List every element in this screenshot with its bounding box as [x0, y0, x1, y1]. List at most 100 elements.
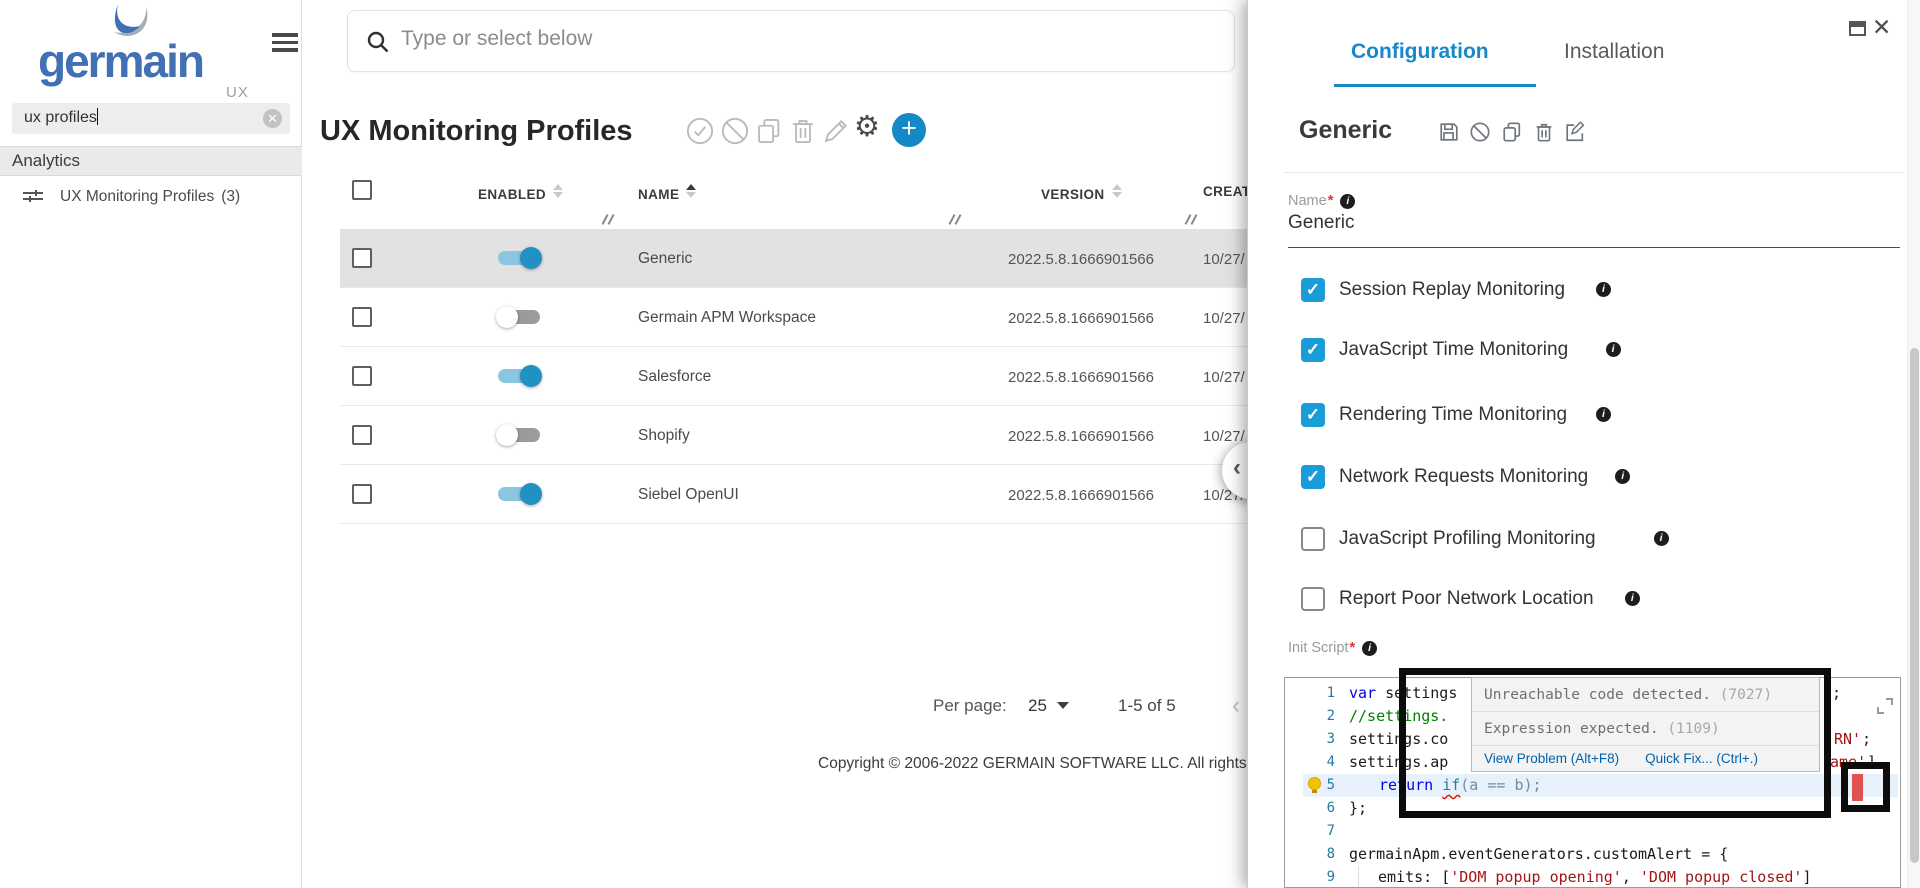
- divider: [1284, 172, 1904, 173]
- toggle-knob: [520, 365, 542, 387]
- add-profile-button[interactable]: +: [892, 113, 926, 147]
- profile-version: 2022.5.8.1666901566: [1008, 487, 1154, 504]
- hamburger-menu-icon[interactable]: [272, 33, 298, 53]
- checkbox[interactable]: ✓: [1301, 278, 1325, 302]
- monitoring-option-row: ✓ Network Requests Monitoring i: [1301, 465, 1861, 493]
- panel-scrollbar[interactable]: [1907, 0, 1920, 888]
- row-checkbox[interactable]: [352, 484, 372, 504]
- profile-version: 2022.5.8.1666901566: [1008, 369, 1154, 386]
- info-icon[interactable]: i: [1615, 469, 1630, 484]
- tooltip-error-code: (7027): [1720, 687, 1772, 703]
- clear-search-icon[interactable]: ✕: [263, 109, 282, 128]
- disable-icon[interactable]: [1469, 121, 1491, 143]
- scrollbar-thumb[interactable]: [1910, 348, 1919, 863]
- configuration-panel: ✕ Configuration Installation Generic Nam…: [1247, 0, 1920, 888]
- tooltip-message-text: Unreachable code detected.: [1484, 687, 1720, 703]
- column-header-version[interactable]: VERSION: [1041, 184, 1122, 202]
- enabled-toggle[interactable]: [498, 247, 540, 269]
- tooltip-action-link[interactable]: View Problem (Alt+F8): [1484, 751, 1619, 766]
- tooltip-message: Expression expected. (1109): [1472, 712, 1819, 746]
- info-icon[interactable]: i: [1362, 641, 1377, 656]
- checkbox[interactable]: [1301, 527, 1325, 551]
- profile-created: 10/27/: [1203, 251, 1245, 268]
- checkbox[interactable]: ✓: [1301, 403, 1325, 427]
- info-icon[interactable]: i: [1596, 282, 1611, 297]
- pagination-range: 1-5 of 5: [1118, 696, 1176, 716]
- delete-icon[interactable]: [789, 117, 817, 145]
- name-field-value[interactable]: Generic: [1288, 212, 1355, 234]
- chevron-left-icon: ‹: [1233, 454, 1241, 482]
- row-checkbox[interactable]: [352, 248, 372, 268]
- line-number: 6: [1285, 797, 1343, 820]
- sidebar-item-ux-monitoring-profiles[interactable]: UX Monitoring Profiles(3): [0, 178, 302, 216]
- code-token-comment: //settings.: [1349, 707, 1448, 725]
- checkbox[interactable]: ✓: [1301, 465, 1325, 489]
- column-resize-grip[interactable]: [1184, 214, 1198, 226]
- edit-icon[interactable]: [822, 117, 850, 145]
- global-search-input[interactable]: Type or select below: [347, 10, 1235, 72]
- tooltip-actions: View Problem (Alt+F8) Quick Fix... (Ctrl+…: [1472, 746, 1819, 771]
- select-all-checkbox[interactable]: [352, 180, 372, 200]
- row-checkbox[interactable]: [352, 366, 372, 386]
- enabled-toggle[interactable]: [498, 424, 540, 446]
- line-number: 1: [1285, 682, 1343, 705]
- sidebar-search-value: ux profiles: [24, 108, 98, 127]
- tab-installation[interactable]: Installation: [1564, 40, 1664, 64]
- save-icon[interactable]: [1438, 121, 1460, 143]
- copyright-text: Copyright © 2006-2022 GERMAIN SOFTWARE L…: [818, 755, 1281, 773]
- disable-icon[interactable]: [721, 117, 749, 145]
- code-line: germainApm.eventGenerators.customAlert =…: [1349, 843, 1900, 866]
- sidebar: germain UX ux profiles ✕ Analytics UX Mo…: [0, 0, 302, 888]
- column-resize-grip[interactable]: [601, 214, 615, 226]
- profile-name: Siebel OpenUI: [638, 486, 739, 504]
- tab-configuration[interactable]: Configuration: [1351, 40, 1489, 64]
- expand-editor-icon[interactable]: [1877, 698, 1893, 714]
- approve-icon[interactable]: [686, 117, 714, 145]
- profile-heading: Generic: [1299, 116, 1392, 145]
- info-icon[interactable]: i: [1596, 407, 1611, 422]
- enabled-toggle[interactable]: [498, 306, 540, 328]
- column-header-name[interactable]: NAME: [638, 184, 696, 202]
- info-icon[interactable]: i: [1606, 342, 1621, 357]
- line-number: 8: [1285, 843, 1343, 866]
- required-asterisk: *: [1328, 193, 1334, 209]
- search-icon: [366, 30, 390, 54]
- maximize-window-icon[interactable]: [1849, 21, 1866, 36]
- code-token-plain: ;: [1832, 682, 1841, 705]
- code-token-plain: emits: [: [1378, 868, 1450, 886]
- code-token-plain: ;: [1862, 728, 1871, 751]
- column-resize-grip[interactable]: [948, 214, 962, 226]
- edit-icon[interactable]: [1564, 121, 1586, 143]
- enabled-toggle[interactable]: [498, 365, 540, 387]
- info-icon[interactable]: i: [1625, 591, 1640, 606]
- copy-icon[interactable]: [755, 117, 783, 145]
- row-checkbox[interactable]: [352, 425, 372, 445]
- column-header-created[interactable]: CREAT: [1203, 184, 1251, 199]
- option-label: Network Requests Monitoring: [1339, 466, 1588, 488]
- column-header-enabled[interactable]: ENABLED: [478, 184, 563, 202]
- checkbox[interactable]: [1301, 587, 1325, 611]
- sidebar-search-input[interactable]: ux profiles ✕: [12, 103, 290, 134]
- per-page-select[interactable]: 25: [1028, 696, 1069, 716]
- profile-created: 10/27/: [1203, 428, 1245, 445]
- info-icon[interactable]: i: [1340, 194, 1355, 209]
- monitoring-option-row: Report Poor Network Locationi: [1301, 587, 1861, 615]
- profile-name: Generic: [638, 250, 692, 268]
- lightbulb-icon[interactable]: [1308, 777, 1321, 790]
- option-label: JavaScript Time Monitoring: [1339, 339, 1568, 361]
- copy-icon[interactable]: [1501, 121, 1523, 143]
- checkbox[interactable]: ✓: [1301, 338, 1325, 362]
- tooltip-action-link[interactable]: Quick Fix... (Ctrl+.): [1645, 751, 1758, 766]
- info-icon[interactable]: i: [1654, 531, 1669, 546]
- line-number: 2: [1285, 705, 1343, 728]
- error-marker: [1852, 774, 1863, 801]
- code-line: [1349, 820, 1900, 843]
- enabled-toggle[interactable]: [498, 483, 540, 505]
- row-checkbox[interactable]: [352, 307, 372, 327]
- line-number: 4: [1285, 751, 1343, 774]
- close-icon[interactable]: ✕: [1872, 14, 1891, 41]
- brand-logo: germain: [38, 34, 203, 88]
- previous-page-button[interactable]: ‹: [1232, 692, 1240, 720]
- settings-gear-icon[interactable]: ⚙: [854, 109, 880, 144]
- delete-icon[interactable]: [1533, 121, 1555, 143]
